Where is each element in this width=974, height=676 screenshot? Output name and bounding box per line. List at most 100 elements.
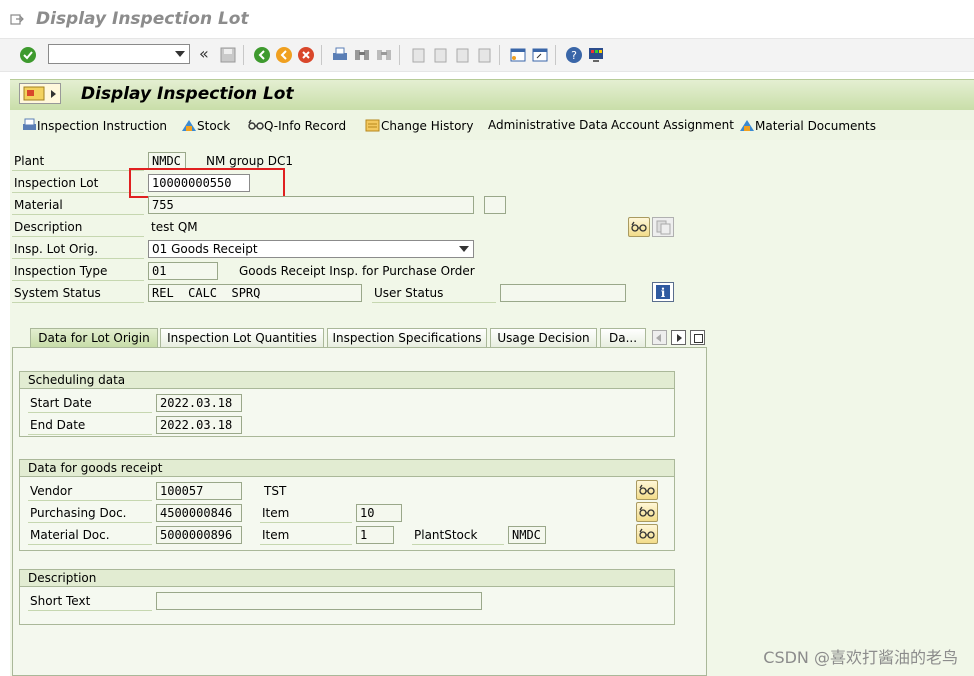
material-doc-label: Material Doc.: [30, 528, 110, 542]
inspection-instruction-button[interactable]: Inspection Instruction: [22, 118, 167, 133]
vendor-label: Vendor: [30, 484, 73, 498]
tab-scroll-left-button[interactable]: [652, 330, 667, 345]
stock-icon: [740, 120, 754, 131]
material-extra-field[interactable]: [484, 196, 506, 214]
tab-usage-decision[interactable]: Usage Decision: [490, 328, 597, 348]
plant-stock-field[interactable]: NMDC: [508, 526, 546, 544]
inspection-lot-label: Inspection Lot: [14, 176, 99, 190]
label-underline: [412, 544, 504, 545]
label-underline: [260, 544, 352, 545]
tab-list-icon: [694, 334, 703, 343]
help-icon[interactable]: ?: [565, 46, 583, 64]
label-underline: [28, 412, 152, 413]
insp-lot-origin-label: Insp. Lot Orig.: [14, 242, 99, 256]
plant-stock-label: PlantStock: [414, 528, 478, 542]
screen-header: Display Inspection Lot: [10, 79, 974, 110]
short-text-field[interactable]: [156, 592, 482, 610]
chevron-down-icon[interactable]: [459, 246, 469, 252]
material-field[interactable]: 755: [148, 196, 474, 214]
display-material-doc-button[interactable]: [636, 524, 658, 544]
toolbar-separator: [243, 45, 244, 65]
customize-layout-icon[interactable]: [587, 46, 605, 64]
back-icon[interactable]: [253, 46, 271, 64]
previous-page-icon[interactable]: [431, 46, 449, 64]
command-field[interactable]: [48, 44, 190, 64]
screen-title: Display Inspection Lot: [81, 84, 294, 104]
start-date-field[interactable]: 2022.03.18: [156, 394, 242, 412]
material-doc-field[interactable]: 5000000896: [156, 526, 242, 544]
user-status-field[interactable]: [500, 284, 626, 302]
material-doc-item-field[interactable]: 1: [356, 526, 394, 544]
label-underline: [28, 500, 152, 501]
toolbar-separator: [555, 45, 556, 65]
shortcut-icon[interactable]: [531, 46, 549, 64]
label-underline: [372, 302, 496, 303]
first-page-icon[interactable]: [409, 46, 427, 64]
purchasing-doc-field[interactable]: 4500000846: [156, 504, 242, 522]
new-session-icon[interactable]: [509, 46, 527, 64]
chevron-right-icon: [677, 334, 682, 342]
glasses-icon: [639, 528, 655, 539]
material-documents-button[interactable]: Material Documents: [739, 118, 876, 133]
application-toolbar: Inspection Instruction Stock Q-Info Reco…: [10, 110, 974, 140]
inspection-type-description: Goods Receipt Insp. for Purchase Order: [239, 264, 475, 278]
save-icon[interactable]: [219, 46, 237, 64]
end-date-field[interactable]: 2022.03.18: [156, 416, 242, 434]
end-date-label: End Date: [30, 418, 86, 432]
user-status-label: User Status: [374, 286, 444, 300]
system-status-label: System Status: [14, 286, 101, 300]
account-assignment-button[interactable]: Account Assignment: [611, 118, 734, 132]
insp-lot-origin-dropdown[interactable]: 01 Goods Receipt: [148, 240, 474, 258]
description-value: test QM: [151, 220, 198, 234]
print-icon[interactable]: [331, 46, 349, 64]
tab-inspection-specifications[interactable]: Inspection Specifications: [327, 328, 487, 348]
next-page-icon[interactable]: [453, 46, 471, 64]
svg-text:i: i: [661, 286, 666, 300]
plant-description: NM group DC1: [206, 154, 294, 168]
toolbar-separator: [499, 45, 500, 65]
toolbar-separator: [399, 45, 400, 65]
glasses-icon: [639, 506, 655, 517]
enter-check-icon[interactable]: [19, 46, 37, 64]
label-underline: [12, 214, 144, 215]
find-icon[interactable]: [353, 46, 371, 64]
group-title: Data for goods receipt: [28, 461, 163, 475]
double-chevron-left-icon[interactable]: «: [199, 44, 209, 63]
exit-session-icon[interactable]: [275, 46, 293, 64]
long-text-button[interactable]: [652, 217, 674, 237]
vendor-field[interactable]: 100057: [156, 482, 242, 500]
start-date-label: Start Date: [30, 396, 92, 410]
material-label: Material: [14, 198, 63, 212]
group-header: Description: [20, 570, 674, 587]
q-info-record-button[interactable]: Q-Info Record: [248, 118, 346, 133]
inspection-type-label: Inspection Type: [14, 264, 108, 278]
label-underline: [12, 302, 144, 303]
tab-inspection-lot-quantities[interactable]: Inspection Lot Quantities: [160, 328, 324, 348]
stock-button[interactable]: Stock: [181, 118, 230, 133]
group-header: Scheduling data: [20, 372, 674, 389]
exit-icon[interactable]: [10, 12, 24, 26]
label-underline: [28, 434, 152, 435]
display-description-button[interactable]: [628, 217, 650, 237]
last-page-icon[interactable]: [475, 46, 493, 64]
change-history-button[interactable]: Change History: [365, 118, 473, 133]
menu-button[interactable]: [19, 83, 61, 104]
display-vendor-button[interactable]: [636, 480, 658, 500]
tab-more[interactable]: Da...: [600, 328, 646, 348]
label-underline: [28, 610, 152, 611]
system-status-field[interactable]: REL CALC SPRQ: [148, 284, 362, 302]
glasses-icon: [631, 221, 647, 232]
svg-text:?: ?: [571, 49, 577, 62]
tab-data-for-lot-origin[interactable]: Data for Lot Origin: [30, 328, 158, 348]
administrative-data-button[interactable]: Administrative Data: [488, 118, 608, 132]
tab-list-button[interactable]: [690, 330, 705, 345]
label-underline: [12, 280, 144, 281]
cancel-icon[interactable]: [297, 46, 315, 64]
tab-scroll-right-button[interactable]: [671, 330, 686, 345]
chevron-down-icon[interactable]: [175, 51, 185, 57]
status-info-button[interactable]: i: [652, 282, 674, 302]
find-next-icon[interactable]: [375, 46, 393, 64]
po-item-field[interactable]: 10: [356, 504, 402, 522]
inspection-type-field[interactable]: 01: [148, 262, 218, 280]
display-purchasing-doc-button[interactable]: [636, 502, 658, 522]
